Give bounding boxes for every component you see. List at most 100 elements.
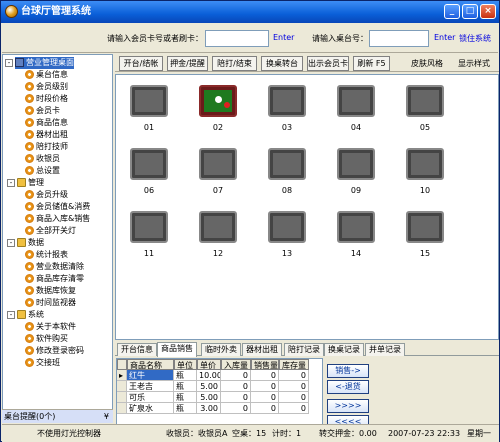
tab-1[interactable]: 商品销售 — [157, 342, 197, 357]
grid-cell[interactable]: 0 — [279, 370, 309, 381]
collapse-toggle-group2[interactable]: - — [7, 179, 15, 187]
tree-item-items1-5[interactable]: 器材出租 — [25, 129, 68, 141]
grid-header-2[interactable]: 单价 — [197, 359, 221, 370]
grid-cell[interactable]: 0 — [221, 381, 251, 392]
grid-cell[interactable]: 可乐 — [127, 392, 174, 403]
tree-item-items3-3[interactable]: 数据库恢复 — [25, 285, 76, 297]
grid-header-3[interactable]: 入库量 — [221, 359, 251, 370]
toolbar-button-5[interactable]: 刷新 F5 — [353, 56, 390, 71]
grid-cell[interactable]: 0 — [221, 392, 251, 403]
return-button[interactable]: <-退货 — [327, 380, 369, 394]
toolbar-button-0[interactable]: 开台/结帐 — [119, 56, 163, 71]
tree-item-items1-7[interactable]: 收银员 — [25, 153, 60, 165]
tree-item-items1-1[interactable]: 会员级别 — [25, 81, 68, 93]
tab-4[interactable]: 陪打记录 — [284, 343, 324, 356]
display-style-menu[interactable]: 显示样式 — [456, 56, 492, 71]
grid-cell[interactable]: 瓶 — [174, 370, 197, 381]
billiard-table-13[interactable] — [268, 211, 306, 243]
billiard-table-12[interactable] — [199, 211, 237, 243]
tab-3[interactable]: 器材出租 — [242, 343, 282, 356]
grid-cell[interactable]: 5.00 — [197, 381, 221, 392]
billiard-table-10[interactable] — [406, 148, 444, 180]
collapse-toggle-group3[interactable]: - — [7, 239, 15, 247]
tree-item-items3-1[interactable]: 营业数据清除 — [25, 261, 84, 273]
tree-item-items1-8[interactable]: 总设置 — [25, 165, 60, 177]
grid-cell[interactable]: 0 — [279, 392, 309, 403]
tree-item-items2-2[interactable]: 商品入库&销售 — [25, 213, 90, 225]
tree-item-items3-2[interactable]: 商品库存清零 — [25, 273, 84, 285]
grid-cell[interactable]: 0 — [221, 370, 251, 381]
tab-0[interactable]: 开台信息 — [117, 343, 157, 356]
tree-item-items1-2[interactable]: 时段价格 — [25, 93, 68, 105]
billiard-table-08[interactable] — [268, 148, 306, 180]
table-number-input[interactable] — [369, 30, 429, 47]
billiard-table-02[interactable] — [199, 85, 237, 117]
tree-item-items1-3[interactable]: 会员卡 — [25, 105, 60, 117]
tree-item-items4-2[interactable]: 修改登录密码 — [25, 345, 84, 357]
tree-item-items1-6[interactable]: 陪打技师 — [25, 141, 68, 153]
billiard-table-04[interactable] — [337, 85, 375, 117]
grid-cell[interactable]: 0 — [251, 403, 279, 414]
table-enter-link[interactable]: Enter — [434, 33, 455, 42]
lock-system-link[interactable]: 锁住系统 — [459, 33, 491, 44]
tree-item-items1-0[interactable]: 桌台信息 — [25, 69, 68, 81]
tab-6[interactable]: 并单记录 — [365, 343, 405, 356]
maximize-button[interactable]: □ — [462, 4, 478, 19]
billiard-table-05[interactable] — [406, 85, 444, 117]
grid-cell[interactable]: 矿泉水 — [127, 403, 174, 414]
chevron-down-icon[interactable]: ¥ — [104, 410, 109, 424]
skin-style-menu[interactable]: 皮肤风格 — [410, 56, 444, 71]
tree-group-group3[interactable]: 数据 — [17, 237, 44, 249]
grid-cell[interactable]: 0 — [251, 392, 279, 403]
grid-cell[interactable]: 王老吉 — [127, 381, 174, 392]
tree-item-items4-1[interactable]: 软件购买 — [25, 333, 68, 345]
grid-cell[interactable]: 5.00 — [197, 392, 221, 403]
member-enter-link[interactable]: Enter — [273, 33, 294, 42]
billiard-table-06[interactable] — [130, 148, 168, 180]
grid-header-4[interactable]: 销售量 — [251, 359, 279, 370]
tab-2[interactable]: 临时外卖 — [201, 343, 241, 356]
grid-header-5[interactable]: 库存量 — [279, 359, 309, 370]
tree-item-items2-0[interactable]: 会员升级 — [25, 189, 68, 201]
grid-cell[interactable]: 红牛 — [127, 370, 174, 381]
table-reminder-bar[interactable]: 桌台提醒(0个) ¥ — [2, 409, 113, 423]
next-page-button[interactable]: >>>> — [327, 399, 369, 413]
collapse-toggle-root[interactable]: - — [5, 59, 13, 67]
tree-item-items1-4[interactable]: 商品信息 — [25, 117, 68, 129]
minimize-button[interactable]: _ — [444, 4, 460, 19]
grid-header-0[interactable]: 商品名称 — [127, 359, 174, 370]
grid-cell[interactable]: 0 — [221, 403, 251, 414]
billiard-table-11[interactable] — [130, 211, 168, 243]
tree-item-items4-3[interactable]: 交接班 — [25, 357, 60, 369]
toolbar-button-2[interactable]: 陪打/结束 — [212, 56, 257, 71]
close-button[interactable]: × — [480, 4, 496, 19]
tree-item-items2-3[interactable]: 全部开关灯 — [25, 225, 76, 237]
billiard-table-01[interactable] — [130, 85, 168, 117]
grid-cell[interactable]: 瓶 — [174, 392, 197, 403]
collapse-toggle-group4[interactable]: - — [7, 311, 15, 319]
grid-cell[interactable]: 0 — [251, 370, 279, 381]
billiard-table-15[interactable] — [406, 211, 444, 243]
toolbar-button-1[interactable]: 押金/提醒 — [167, 56, 208, 71]
toolbar-button-4[interactable]: 出示会员卡 — [307, 56, 349, 71]
tree-item-items2-1[interactable]: 会员储值&消费 — [25, 201, 90, 213]
grid-cell[interactable]: 瓶 — [174, 381, 197, 392]
grid-header-1[interactable]: 单位 — [174, 359, 197, 370]
member-card-input[interactable] — [205, 30, 269, 47]
tree-item-items3-4[interactable]: 时间监视器 — [25, 297, 76, 309]
grid-cell[interactable]: 10.00 — [197, 370, 221, 381]
tree-item-items3-0[interactable]: 统计报表 — [25, 249, 68, 261]
grid-cell[interactable]: 瓶 — [174, 403, 197, 414]
tree-item-items4-0[interactable]: 关于本软件 — [25, 321, 76, 333]
tree-root[interactable]: 营业管理桌面 — [15, 57, 74, 69]
grid-cell[interactable]: 0 — [279, 403, 309, 414]
billiard-table-03[interactable] — [268, 85, 306, 117]
tab-5[interactable]: 换桌记录 — [324, 343, 364, 356]
tree-group-group2[interactable]: 管理 — [17, 177, 44, 189]
billiard-table-07[interactable] — [199, 148, 237, 180]
grid-cell[interactable]: 0 — [251, 381, 279, 392]
billiard-table-09[interactable] — [337, 148, 375, 180]
billiard-table-14[interactable] — [337, 211, 375, 243]
sell-button[interactable]: 销售-> — [327, 364, 369, 378]
grid-cell[interactable]: 0 — [279, 381, 309, 392]
